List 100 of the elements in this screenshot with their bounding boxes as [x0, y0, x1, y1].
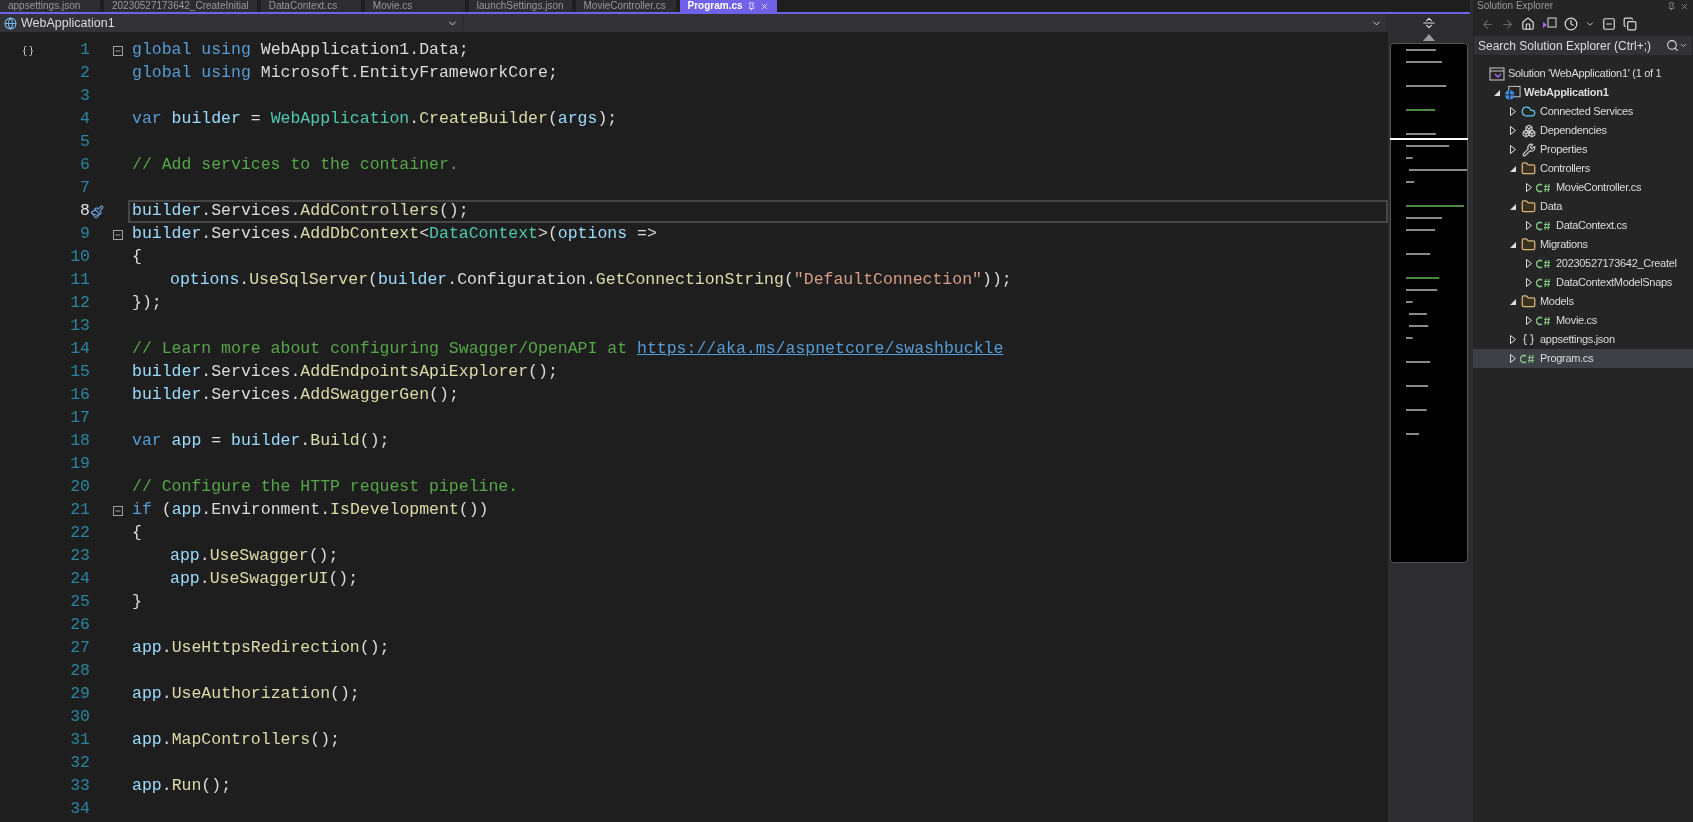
project-dropdown[interactable]: WebApplication1	[0, 14, 462, 32]
tree-item[interactable]: Controllers	[1473, 159, 1693, 178]
line-number: 31	[69, 729, 90, 752]
code-line: // Add services to the container.	[131, 154, 460, 177]
document-tab[interactable]: launchSettings.json	[468, 0, 572, 12]
collapsed-arrow-icon[interactable]	[1525, 221, 1533, 230]
collapsed-arrow-icon[interactable]	[1525, 278, 1533, 287]
cloud-icon	[1521, 104, 1536, 119]
csharp-file-icon	[1536, 315, 1553, 326]
tree-item[interactable]: MovieController.cs	[1473, 178, 1693, 197]
line-number: 25	[69, 591, 90, 614]
tree-item[interactable]: Models	[1473, 292, 1693, 311]
document-tab[interactable]: Movie.cs	[364, 0, 465, 12]
scroll-up-icon[interactable]	[1423, 34, 1435, 41]
folder-icon	[1521, 294, 1536, 309]
code-line: {	[131, 522, 143, 545]
outline-icon[interactable]	[22, 44, 34, 57]
line-number: 22	[69, 522, 90, 545]
back-icon[interactable]	[1481, 17, 1494, 31]
document-tab[interactable]: MovieController.cs	[575, 0, 676, 12]
tree-item[interactable]: Dependencies	[1473, 121, 1693, 140]
line-number: 30	[69, 706, 90, 729]
tree-item[interactable]: Migrations	[1473, 235, 1693, 254]
code-line: builder.Services.AddEndpointsApiExplorer();	[131, 361, 559, 384]
close-icon[interactable]	[1680, 1, 1689, 11]
expanded-arrow-icon[interactable]	[1509, 297, 1517, 306]
code-line: app.MapControllers();	[131, 729, 341, 752]
brush-icon[interactable]	[90, 204, 104, 219]
document-tab[interactable]: DataContext.cs	[260, 0, 361, 12]
csharp-file-icon	[1520, 353, 1537, 364]
expanded-arrow-icon[interactable]	[1509, 164, 1517, 173]
tree-item[interactable]: Connected Services	[1473, 102, 1693, 121]
code-minimap-drawing[interactable]	[1390, 43, 1468, 563]
code-line: app.UseAuthorization();	[131, 683, 361, 706]
tree-item[interactable]: Program.cs	[1473, 349, 1693, 368]
pin-icon[interactable]	[1667, 1, 1676, 11]
history-icon[interactable]	[1564, 17, 1578, 31]
code-line: {	[131, 246, 143, 269]
tree-item[interactable]: appsettings.json	[1473, 330, 1693, 349]
expanded-arrow-icon[interactable]	[1509, 202, 1517, 211]
code-line: // Configure the HTTP request pipeline.	[131, 476, 520, 499]
copy-icon[interactable]	[1623, 17, 1637, 31]
code-line: var builder = WebApplication.CreateBuilder(args);	[131, 108, 619, 131]
tree-item[interactable]: Data	[1473, 197, 1693, 216]
tree-item[interactable]: DataContextModelSnaps	[1473, 273, 1693, 292]
line-number: 24	[69, 568, 90, 591]
collapsed-arrow-icon[interactable]	[1509, 126, 1517, 135]
collapse-icon[interactable]	[113, 229, 123, 240]
collapsed-arrow-icon[interactable]	[1525, 259, 1533, 268]
line-number: 7	[79, 177, 90, 200]
document-tab[interactable]: appsettings.json	[0, 0, 100, 12]
collapsed-arrow-icon[interactable]	[1525, 316, 1533, 325]
project-icon	[4, 16, 17, 30]
collapse-icon[interactable]	[113, 505, 123, 516]
line-number: 29	[69, 683, 90, 706]
line-number: 19	[69, 453, 90, 476]
line-number: 9	[79, 223, 90, 246]
line-number: 3	[79, 85, 90, 108]
tree-item[interactable]: Movie.cs	[1473, 311, 1693, 330]
line-number: 27	[69, 637, 90, 660]
forward-icon[interactable]	[1501, 17, 1514, 31]
home-icon[interactable]	[1521, 17, 1535, 31]
line-number: 16	[69, 384, 90, 407]
line-number: 6	[79, 154, 90, 177]
collapsed-arrow-icon[interactable]	[1509, 145, 1517, 154]
line-number: 11	[69, 269, 90, 292]
code-line: app.UseHttpsRedirection();	[131, 637, 391, 660]
switch-views-icon[interactable]	[1542, 17, 1557, 31]
document-tab[interactable]: 20230527173642_CreateInitial	[104, 0, 257, 12]
line-number: 21	[69, 499, 90, 522]
close-icon[interactable]	[759, 1, 769, 11]
pin-icon[interactable]	[746, 1, 756, 11]
collapsed-arrow-icon[interactable]	[1525, 183, 1533, 192]
split-icon[interactable]	[1422, 16, 1436, 30]
folder-icon	[1521, 237, 1536, 252]
line-number: 12	[69, 292, 90, 315]
tree-item[interactable]: WebApplication1	[1473, 83, 1693, 102]
collapsed-arrow-icon[interactable]	[1509, 335, 1517, 344]
expanded-arrow-icon[interactable]	[1509, 240, 1517, 249]
tree-item[interactable]: 20230527173642_Createl	[1473, 254, 1693, 273]
caret-icon	[1679, 41, 1688, 50]
search-field[interactable]: Search Solution Explorer (Ctrl+;)	[1474, 36, 1692, 55]
expanded-arrow-icon[interactable]	[1493, 88, 1501, 97]
collapsed-arrow-icon[interactable]	[1509, 107, 1517, 116]
tree-item[interactable]: Solution 'WebApplication1' (1 of 1	[1473, 64, 1693, 83]
line-number: 26	[69, 614, 90, 637]
collapse-icon[interactable]	[113, 45, 123, 56]
document-tab[interactable]: Program.cs	[679, 0, 777, 12]
collapse-all-icon[interactable]	[1602, 17, 1616, 31]
line-number: 20	[69, 476, 90, 499]
caret-icon[interactable]	[1585, 19, 1595, 29]
tree-item[interactable]: Properties	[1473, 140, 1693, 159]
solution-icon	[1488, 66, 1505, 81]
code-link[interactable]: https://aka.ms/aspnetcore/swashbuckle	[637, 337, 1004, 362]
tree-item[interactable]: DataContext.cs	[1473, 216, 1693, 235]
line-number: 4	[79, 108, 90, 131]
line-number: 14	[69, 338, 90, 361]
collapsed-arrow-icon[interactable]	[1509, 354, 1517, 363]
line-number: 28	[69, 660, 90, 683]
web-project-icon	[1504, 84, 1521, 101]
